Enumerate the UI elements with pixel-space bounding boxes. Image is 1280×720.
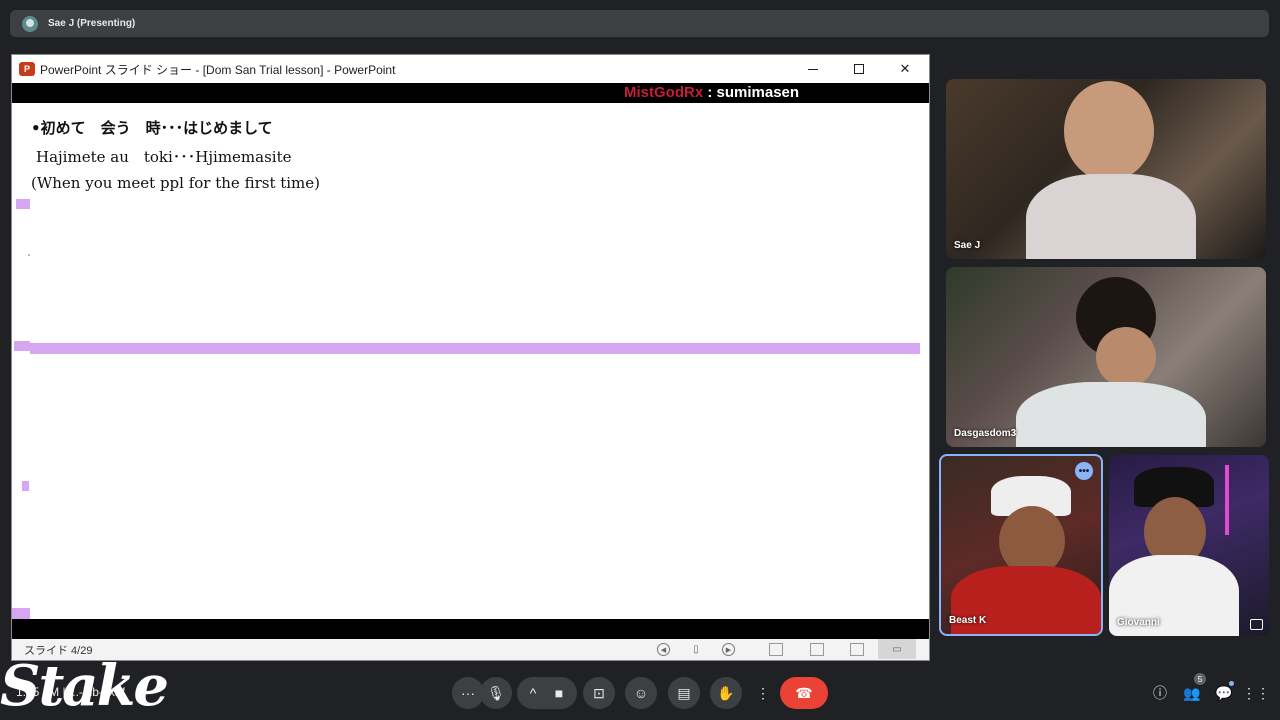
participant-tile-dasgasdom3[interactable]: Dasgasdom3 <box>946 267 1266 447</box>
powerpoint-logo-icon: P <box>19 62 35 76</box>
presenter-label: Sae J (Presenting) <box>48 18 136 29</box>
participant-tile-giovanni[interactable]: Giovanni <box>1109 455 1269 636</box>
participant-video-body <box>1026 174 1196 259</box>
participant-name: Sae J <box>954 240 981 251</box>
slide-text-line-2: Hajimete au toki･･･Hjimemasite <box>36 148 292 166</box>
pen-mark <box>22 481 29 491</box>
emoji-icon: ☺ <box>633 685 649 701</box>
ellipsis-icon: ··· <box>461 685 475 701</box>
participant-video-light <box>1225 465 1229 535</box>
pip-icon[interactable] <box>1250 619 1263 630</box>
slide-sorter-icon[interactable] <box>810 643 824 656</box>
pen-mark <box>28 254 30 256</box>
participant-tile-sae[interactable]: Sae J <box>946 79 1266 259</box>
close-icon: ✕ <box>899 61 911 76</box>
stake-logo: Stake <box>0 653 169 719</box>
people-count-badge: 5 <box>1194 673 1206 685</box>
minimize-icon <box>808 68 818 70</box>
normal-view-icon[interactable] <box>769 643 783 656</box>
participant-video-face <box>1096 327 1156 387</box>
slide-text-line-3: (When you meet ppl for the first time) <box>31 174 321 192</box>
chat-message: : sumimasen <box>703 84 800 101</box>
slideshow-view-icon[interactable]: ▭ <box>878 639 916 659</box>
participant-name: Giovanni <box>1117 617 1160 628</box>
participant-video <box>1064 81 1154 181</box>
activities-icon[interactable]: ⋮⋮ <box>1242 684 1270 702</box>
presenter-avatar <box>22 15 38 32</box>
stream-chat-overlay: MistGodRx : sumimasen <box>624 84 799 101</box>
chat-notification-dot <box>1229 681 1234 686</box>
previous-slide-icon[interactable]: ◀ <box>657 643 670 656</box>
participant-name: Beast K <box>949 615 987 626</box>
window-title: PowerPoint スライド ショー - [Dom San Trial les… <box>40 62 396 77</box>
camera-icon: ■ <box>554 685 564 701</box>
captions-button[interactable]: ▤ <box>668 677 700 709</box>
highlighter-stroke <box>30 343 920 354</box>
slide-canvas[interactable]: •初めて 会う 時･･･はじめまして Hajimete au toki･･･Hj… <box>12 103 929 619</box>
reading-view-icon[interactable] <box>850 643 864 656</box>
end-call-icon: ☎ <box>795 684 813 701</box>
pen-mark <box>12 608 30 619</box>
pen-mark <box>14 341 30 351</box>
end-call-button[interactable]: ☎ <box>780 677 828 709</box>
raise-hand-button[interactable]: ✋ <box>710 677 742 709</box>
next-slide-icon[interactable]: ▶ <box>722 643 735 656</box>
microphone-icon: 🎙 <box>487 684 505 701</box>
kebab-icon: ⋮ <box>756 684 770 701</box>
chat-icon[interactable]: 💬 <box>1215 684 1233 702</box>
ppt-titlebar: P PowerPoint スライド ショー - [Dom San Trial l… <box>12 55 929 83</box>
notes-icon[interactable]: ▯ <box>689 643 703 656</box>
pen-mark <box>16 199 30 209</box>
more-options-icon[interactable]: ••• <box>1075 462 1093 480</box>
participant-video-body <box>1016 382 1206 447</box>
presenting-bar: Sae J (Presenting) <box>10 10 1269 37</box>
more-menu-button[interactable]: ⋮ <box>747 677 779 709</box>
slide-letterbox-bottom <box>12 619 929 639</box>
microphone-button[interactable]: 🎙 <box>480 677 512 709</box>
slide-text-line-1: •初めて 会う 時･･･はじめまして <box>31 119 273 137</box>
participant-name: Dasgasdom3 <box>954 428 1017 439</box>
captions-icon: ▤ <box>677 684 691 701</box>
camera-button[interactable]: ■ <box>543 677 575 709</box>
raise-hand-icon: ✋ <box>717 684 735 701</box>
powerpoint-window: P PowerPoint スライド ショー - [Dom San Trial l… <box>11 54 930 661</box>
present-screen-icon: ⊡ <box>593 684 605 701</box>
emoji-button[interactable]: ☺ <box>625 677 657 709</box>
chat-username: MistGodRx <box>624 84 704 101</box>
close-button[interactable]: ✕ <box>882 55 928 83</box>
caret-up-icon: ^ <box>529 685 537 701</box>
info-icon[interactable]: ⓘ <box>1151 684 1169 702</box>
present-button[interactable]: ⊡ <box>583 677 615 709</box>
maximize-icon <box>854 64 864 74</box>
slide-letterbox-top: MistGodRx : sumimasen <box>12 83 929 103</box>
maximize-button[interactable] <box>836 55 882 83</box>
minimize-button[interactable] <box>790 55 836 83</box>
participant-tile-beast-k[interactable]: ••• Beast K <box>939 454 1103 636</box>
people-icon[interactable]: 👥 <box>1183 684 1201 702</box>
